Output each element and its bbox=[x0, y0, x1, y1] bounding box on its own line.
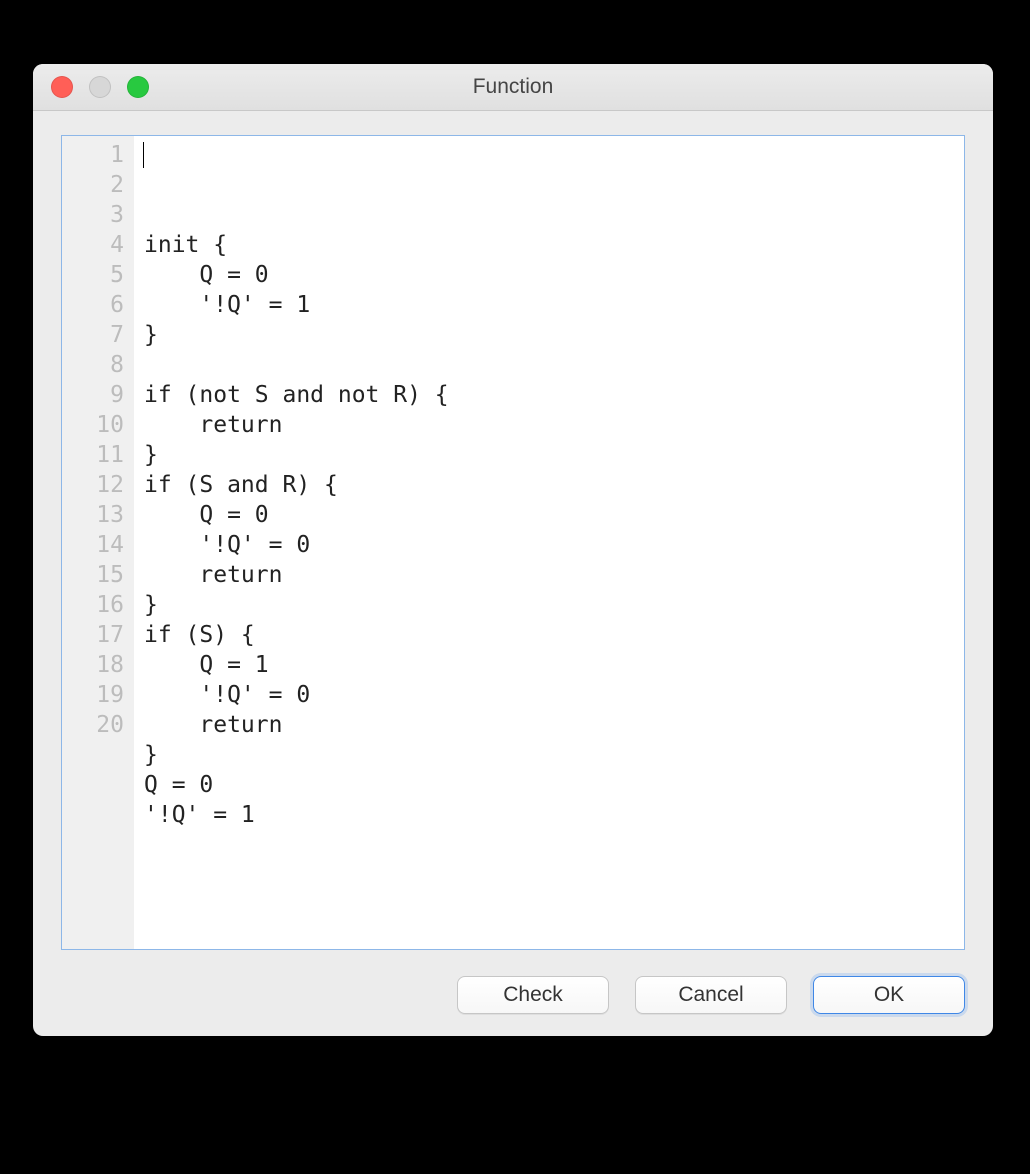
line-number: 6 bbox=[78, 290, 124, 320]
text-cursor bbox=[143, 142, 144, 168]
line-number-gutter: 1234567891011121314151617181920 bbox=[62, 136, 134, 949]
line-number: 1 bbox=[78, 140, 124, 170]
line-number: 9 bbox=[78, 380, 124, 410]
line-number: 13 bbox=[78, 500, 124, 530]
code-line[interactable]: '!Q' = 1 bbox=[144, 800, 954, 830]
line-number: 5 bbox=[78, 260, 124, 290]
line-number: 4 bbox=[78, 230, 124, 260]
code-line[interactable]: } bbox=[144, 590, 954, 620]
line-number: 18 bbox=[78, 650, 124, 680]
line-number: 2 bbox=[78, 170, 124, 200]
ok-button[interactable]: OK bbox=[813, 976, 965, 1014]
window-title: Function bbox=[33, 75, 993, 99]
code-line[interactable] bbox=[144, 350, 954, 380]
line-number: 14 bbox=[78, 530, 124, 560]
code-line[interactable]: '!Q' = 0 bbox=[144, 530, 954, 560]
code-line[interactable]: '!Q' = 1 bbox=[144, 290, 954, 320]
code-line[interactable]: } bbox=[144, 440, 954, 470]
code-line[interactable]: Q = 0 bbox=[144, 770, 954, 800]
button-bar: Check Cancel OK bbox=[61, 950, 965, 1014]
code-line[interactable]: '!Q' = 0 bbox=[144, 680, 954, 710]
line-number: 7 bbox=[78, 320, 124, 350]
code-line[interactable]: if (S and R) { bbox=[144, 470, 954, 500]
traffic-lights bbox=[51, 76, 149, 98]
line-number: 8 bbox=[78, 350, 124, 380]
code-line[interactable]: init { bbox=[144, 230, 954, 260]
code-line[interactable]: } bbox=[144, 740, 954, 770]
code-line[interactable]: if (not S and not R) { bbox=[144, 380, 954, 410]
line-number: 20 bbox=[78, 710, 124, 740]
code-line[interactable]: Q = 0 bbox=[144, 260, 954, 290]
line-number: 17 bbox=[78, 620, 124, 650]
line-number: 10 bbox=[78, 410, 124, 440]
titlebar: Function bbox=[33, 64, 993, 111]
minimize-icon bbox=[89, 76, 111, 98]
code-line[interactable]: } bbox=[144, 320, 954, 350]
line-number: 12 bbox=[78, 470, 124, 500]
code-area[interactable]: init { Q = 0 '!Q' = 1} if (not S and not … bbox=[134, 136, 964, 949]
code-line[interactable]: return bbox=[144, 410, 954, 440]
line-number: 16 bbox=[78, 590, 124, 620]
dialog-content: 1234567891011121314151617181920 init { Q… bbox=[33, 111, 993, 1036]
zoom-icon[interactable] bbox=[127, 76, 149, 98]
dialog-window: Function 1234567891011121314151617181920… bbox=[33, 64, 993, 1036]
code-line[interactable]: return bbox=[144, 710, 954, 740]
line-number: 3 bbox=[78, 200, 124, 230]
close-icon[interactable] bbox=[51, 76, 73, 98]
code-line[interactable]: if (S) { bbox=[144, 620, 954, 650]
line-number: 19 bbox=[78, 680, 124, 710]
code-line[interactable]: Q = 1 bbox=[144, 650, 954, 680]
code-editor[interactable]: 1234567891011121314151617181920 init { Q… bbox=[61, 135, 965, 950]
code-line[interactable]: Q = 0 bbox=[144, 500, 954, 530]
code-line[interactable]: return bbox=[144, 560, 954, 590]
line-number: 11 bbox=[78, 440, 124, 470]
line-number: 15 bbox=[78, 560, 124, 590]
cancel-button[interactable]: Cancel bbox=[635, 976, 787, 1014]
check-button[interactable]: Check bbox=[457, 976, 609, 1014]
